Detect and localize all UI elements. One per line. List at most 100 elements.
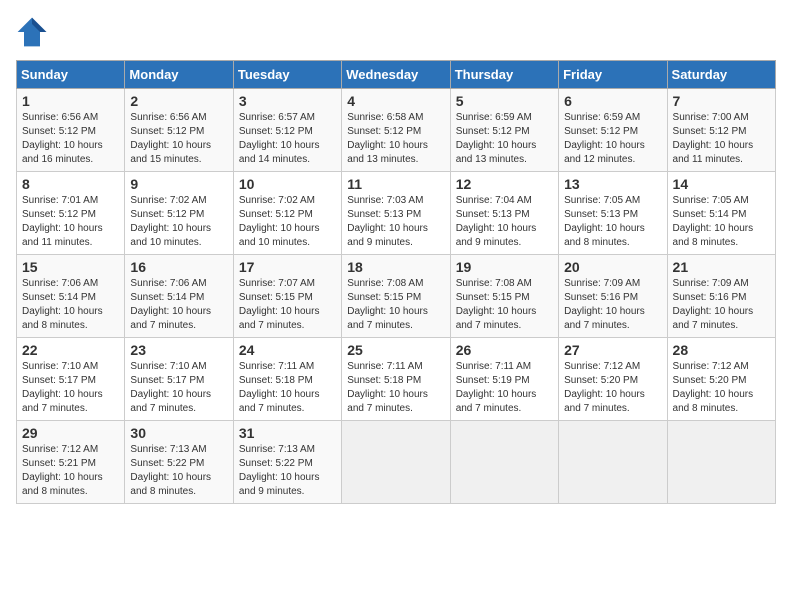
day-info: Sunrise: 7:12 AMSunset: 5:20 PMDaylight:… bbox=[564, 361, 645, 414]
day-number: 20 bbox=[564, 259, 661, 275]
calendar-cell: 20 Sunrise: 7:09 AMSunset: 5:16 PMDayligh… bbox=[559, 255, 667, 338]
calendar-week-row: 29 Sunrise: 7:12 AMSunset: 5:21 PMDayligh… bbox=[17, 421, 776, 504]
calendar-cell: 2 Sunrise: 6:56 AMSunset: 5:12 PMDaylight… bbox=[125, 89, 233, 172]
calendar-cell: 19 Sunrise: 7:08 AMSunset: 5:15 PMDayligh… bbox=[450, 255, 558, 338]
day-number: 30 bbox=[130, 425, 227, 441]
calendar-cell: 31 Sunrise: 7:13 AMSunset: 5:22 PMDayligh… bbox=[233, 421, 341, 504]
day-info: Sunrise: 7:05 AMSunset: 5:14 PMDaylight:… bbox=[673, 195, 754, 248]
day-number: 14 bbox=[673, 176, 770, 192]
day-info: Sunrise: 7:05 AMSunset: 5:13 PMDaylight:… bbox=[564, 195, 645, 248]
day-number: 1 bbox=[22, 93, 119, 109]
day-info: Sunrise: 7:00 AMSunset: 5:12 PMDaylight:… bbox=[673, 112, 754, 165]
weekday-header-row: SundayMondayTuesdayWednesdayThursdayFrid… bbox=[17, 61, 776, 89]
weekday-header-tuesday: Tuesday bbox=[233, 61, 341, 89]
calendar-cell: 25 Sunrise: 7:11 AMSunset: 5:18 PMDayligh… bbox=[342, 338, 450, 421]
day-number: 5 bbox=[456, 93, 553, 109]
calendar-cell: 7 Sunrise: 7:00 AMSunset: 5:12 PMDaylight… bbox=[667, 89, 775, 172]
weekday-header-wednesday: Wednesday bbox=[342, 61, 450, 89]
day-number: 24 bbox=[239, 342, 336, 358]
day-info: Sunrise: 7:11 AMSunset: 5:18 PMDaylight:… bbox=[239, 361, 320, 414]
day-number: 26 bbox=[456, 342, 553, 358]
day-number: 23 bbox=[130, 342, 227, 358]
calendar-cell: 15 Sunrise: 7:06 AMSunset: 5:14 PMDayligh… bbox=[17, 255, 125, 338]
day-info: Sunrise: 7:08 AMSunset: 5:15 PMDaylight:… bbox=[456, 278, 537, 331]
day-info: Sunrise: 7:10 AMSunset: 5:17 PMDaylight:… bbox=[130, 361, 211, 414]
calendar-cell: 5 Sunrise: 6:59 AMSunset: 5:12 PMDaylight… bbox=[450, 89, 558, 172]
day-number: 31 bbox=[239, 425, 336, 441]
calendar-cell: 11 Sunrise: 7:03 AMSunset: 5:13 PMDayligh… bbox=[342, 172, 450, 255]
day-number: 12 bbox=[456, 176, 553, 192]
day-info: Sunrise: 7:02 AMSunset: 5:12 PMDaylight:… bbox=[239, 195, 320, 248]
calendar-cell: 13Sunrise: 7:05 AMSunset: 5:13 PMDayligh… bbox=[559, 172, 667, 255]
calendar-cell: 10Sunrise: 7:02 AMSunset: 5:12 PMDayligh… bbox=[233, 172, 341, 255]
day-number: 28 bbox=[673, 342, 770, 358]
day-info: Sunrise: 7:13 AMSunset: 5:22 PMDaylight:… bbox=[239, 444, 320, 497]
day-info: Sunrise: 7:12 AMSunset: 5:21 PMDaylight:… bbox=[22, 444, 103, 497]
calendar-cell: 27 Sunrise: 7:12 AMSunset: 5:20 PMDayligh… bbox=[559, 338, 667, 421]
day-info: Sunrise: 7:09 AMSunset: 5:16 PMDaylight:… bbox=[564, 278, 645, 331]
day-number: 22 bbox=[22, 342, 119, 358]
day-info: Sunrise: 7:03 AMSunset: 5:13 PMDaylight:… bbox=[347, 195, 428, 248]
day-number: 19 bbox=[456, 259, 553, 275]
day-info: Sunrise: 6:56 AMSunset: 5:12 PMDaylight:… bbox=[22, 112, 103, 165]
calendar-cell: 8 Sunrise: 7:01 AMSunset: 5:12 PMDaylight… bbox=[17, 172, 125, 255]
day-number: 15 bbox=[22, 259, 119, 275]
calendar-cell: 28 Sunrise: 7:12 AMSunset: 5:20 PMDayligh… bbox=[667, 338, 775, 421]
calendar-cell: 3 Sunrise: 6:57 AMSunset: 5:12 PMDaylight… bbox=[233, 89, 341, 172]
calendar-cell bbox=[342, 421, 450, 504]
day-number: 4 bbox=[347, 93, 444, 109]
day-number: 17 bbox=[239, 259, 336, 275]
day-info: Sunrise: 7:08 AMSunset: 5:15 PMDaylight:… bbox=[347, 278, 428, 331]
calendar-cell: 12Sunrise: 7:04 AMSunset: 5:13 PMDayligh… bbox=[450, 172, 558, 255]
day-number: 3 bbox=[239, 93, 336, 109]
day-info: Sunrise: 7:11 AMSunset: 5:18 PMDaylight:… bbox=[347, 361, 428, 414]
calendar-cell bbox=[450, 421, 558, 504]
day-number: 29 bbox=[22, 425, 119, 441]
day-number: 7 bbox=[673, 93, 770, 109]
weekday-header-sunday: Sunday bbox=[17, 61, 125, 89]
day-info: Sunrise: 7:13 AMSunset: 5:22 PMDaylight:… bbox=[130, 444, 211, 497]
weekday-header-thursday: Thursday bbox=[450, 61, 558, 89]
day-info: Sunrise: 6:57 AMSunset: 5:12 PMDaylight:… bbox=[239, 112, 320, 165]
calendar-table: SundayMondayTuesdayWednesdayThursdayFrid… bbox=[16, 60, 776, 504]
day-number: 9 bbox=[130, 176, 227, 192]
calendar-cell: 1 Sunrise: 6:56 AMSunset: 5:12 PMDaylight… bbox=[17, 89, 125, 172]
day-number: 18 bbox=[347, 259, 444, 275]
day-info: Sunrise: 6:59 AMSunset: 5:12 PMDaylight:… bbox=[564, 112, 645, 165]
calendar-cell: 26 Sunrise: 7:11 AMSunset: 5:19 PMDayligh… bbox=[450, 338, 558, 421]
day-info: Sunrise: 6:58 AMSunset: 5:12 PMDaylight:… bbox=[347, 112, 428, 165]
calendar-cell: 30 Sunrise: 7:13 AMSunset: 5:22 PMDayligh… bbox=[125, 421, 233, 504]
logo bbox=[16, 16, 52, 48]
day-number: 27 bbox=[564, 342, 661, 358]
calendar-cell bbox=[559, 421, 667, 504]
day-info: Sunrise: 6:56 AMSunset: 5:12 PMDaylight:… bbox=[130, 112, 211, 165]
day-info: Sunrise: 7:07 AMSunset: 5:15 PMDaylight:… bbox=[239, 278, 320, 331]
calendar-cell: 21Sunrise: 7:09 AMSunset: 5:16 PMDayligh… bbox=[667, 255, 775, 338]
calendar-cell: 16Sunrise: 7:06 AMSunset: 5:14 PMDayligh… bbox=[125, 255, 233, 338]
day-info: Sunrise: 7:06 AMSunset: 5:14 PMDaylight:… bbox=[22, 278, 103, 331]
day-info: Sunrise: 7:06 AMSunset: 5:14 PMDaylight:… bbox=[130, 278, 211, 331]
calendar-week-row: 22 Sunrise: 7:10 AMSunset: 5:17 PMDayligh… bbox=[17, 338, 776, 421]
day-info: Sunrise: 7:12 AMSunset: 5:20 PMDaylight:… bbox=[673, 361, 754, 414]
calendar-cell: 23 Sunrise: 7:10 AMSunset: 5:17 PMDayligh… bbox=[125, 338, 233, 421]
day-number: 8 bbox=[22, 176, 119, 192]
calendar-cell: 9 Sunrise: 7:02 AMSunset: 5:12 PMDaylight… bbox=[125, 172, 233, 255]
day-number: 25 bbox=[347, 342, 444, 358]
day-info: Sunrise: 7:11 AMSunset: 5:19 PMDaylight:… bbox=[456, 361, 537, 414]
day-info: Sunrise: 6:59 AMSunset: 5:12 PMDaylight:… bbox=[456, 112, 537, 165]
day-number: 11 bbox=[347, 176, 444, 192]
day-number: 21 bbox=[673, 259, 770, 275]
calendar-week-row: 1 Sunrise: 6:56 AMSunset: 5:12 PMDaylight… bbox=[17, 89, 776, 172]
weekday-header-saturday: Saturday bbox=[667, 61, 775, 89]
day-number: 2 bbox=[130, 93, 227, 109]
page-header bbox=[16, 16, 776, 48]
day-info: Sunrise: 7:01 AMSunset: 5:12 PMDaylight:… bbox=[22, 195, 103, 248]
calendar-week-row: 15 Sunrise: 7:06 AMSunset: 5:14 PMDayligh… bbox=[17, 255, 776, 338]
day-info: Sunrise: 7:02 AMSunset: 5:12 PMDaylight:… bbox=[130, 195, 211, 248]
calendar-cell: 6Sunrise: 6:59 AMSunset: 5:12 PMDaylight… bbox=[559, 89, 667, 172]
calendar-cell: 22Sunrise: 7:10 AMSunset: 5:17 PMDayligh… bbox=[17, 338, 125, 421]
calendar-cell bbox=[667, 421, 775, 504]
calendar-cell: 14 Sunrise: 7:05 AMSunset: 5:14 PMDayligh… bbox=[667, 172, 775, 255]
weekday-header-monday: Monday bbox=[125, 61, 233, 89]
weekday-header-friday: Friday bbox=[559, 61, 667, 89]
